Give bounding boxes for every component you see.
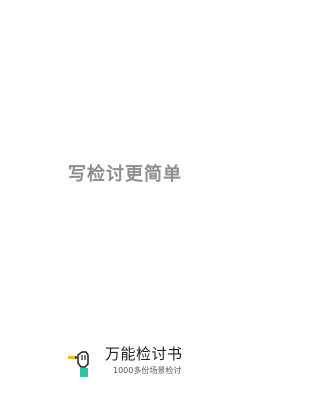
splash-screen: 写检讨更简单 万能检讨书 1000多份场景检讨 bbox=[0, 0, 250, 400]
app-name: 万能检讨书 bbox=[105, 345, 183, 363]
splash-slogan: 写检讨更简单 bbox=[68, 164, 182, 185]
hand-outline bbox=[77, 351, 89, 368]
hand-pen-logo-icon bbox=[68, 351, 89, 377]
brand-footer: 万能检讨书 1000多份场景检讨 bbox=[66, 340, 206, 380]
app-tagline: 1000多份场景检讨 bbox=[113, 366, 182, 375]
pencil-body bbox=[68, 356, 75, 359]
sleeve bbox=[80, 368, 88, 377]
